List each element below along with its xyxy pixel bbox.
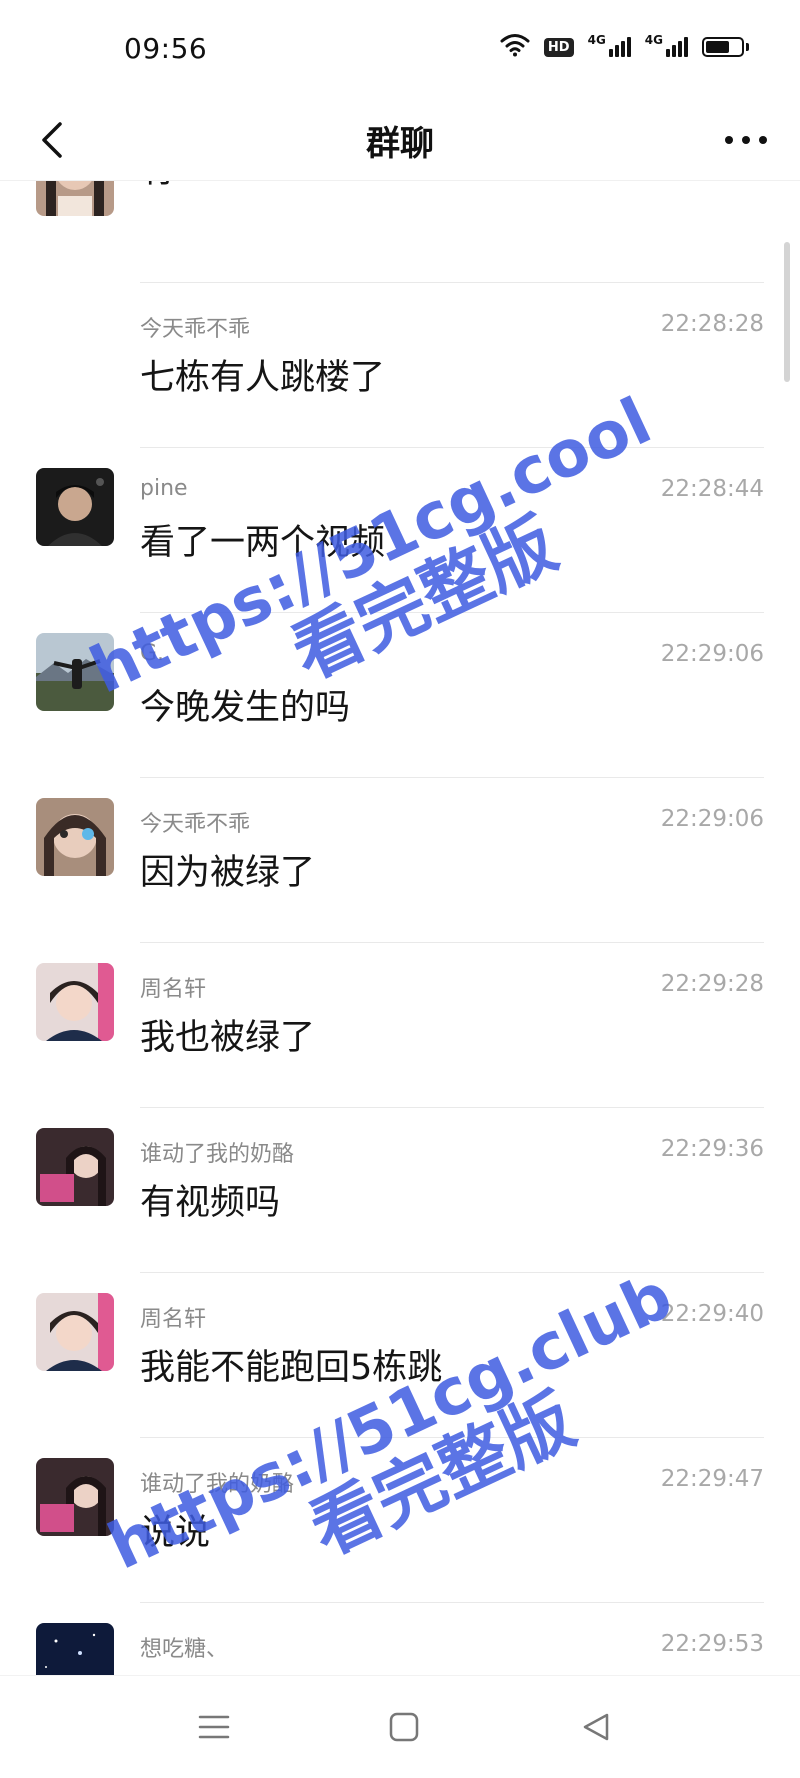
home-square-icon: [389, 1712, 419, 1742]
menu-button[interactable]: [184, 1702, 244, 1752]
message-time: 22:29:40: [660, 1301, 764, 1327]
message-sender: 周名轩: [140, 977, 207, 1002]
battery-level: [706, 41, 729, 53]
wifi-icon: [500, 33, 530, 61]
message-time: 22:29:47: [660, 1466, 764, 1492]
message-sender: 谁动了我的奶酪: [140, 1472, 295, 1497]
message-sender: 周名轩: [140, 1307, 207, 1332]
system-nav-bar: [0, 1675, 800, 1778]
message-time: 22:29:36: [660, 1136, 764, 1162]
message-text: 我能不能跑回5栋跳: [140, 1348, 443, 1388]
more-options-button[interactable]: [710, 112, 782, 168]
message-item[interactable]: 谁动了我的奶酪 22:29:36 有视频吗: [0, 1108, 800, 1273]
message-list[interactable]: 有 今天乖不乖 22:28:28 七栋有人跳楼了 pine 22:28:44 看…: [0, 181, 800, 1676]
status-icons: HD 4G 4G: [500, 33, 749, 61]
message-time: 22:29:06: [660, 641, 764, 667]
status-bar: 09:56 HD 4G 4G: [0, 0, 800, 100]
message-text: 七栋有人跳楼了: [140, 358, 386, 398]
message-item[interactable]: 周名轩 22:29:28 我也被绿了: [0, 943, 800, 1108]
avatar[interactable]: [36, 1128, 114, 1206]
message-text: 有: [140, 181, 175, 193]
avatar[interactable]: [36, 468, 114, 546]
battery-icon: [702, 37, 749, 57]
message-item[interactable]: 今天乖不乖 22:29:06 因为被绿了: [0, 778, 800, 943]
triangle-back-icon: [583, 1713, 609, 1741]
message-time: 22:28:28: [660, 311, 764, 337]
avatar[interactable]: [36, 633, 114, 711]
message-text: 说说: [140, 1513, 211, 1553]
avatar[interactable]: [36, 963, 114, 1041]
message-item[interactable]: 今天乖不乖 22:28:28 七栋有人跳楼了: [0, 283, 800, 448]
title-bar: 群聊: [0, 100, 800, 181]
back-nav-button[interactable]: [566, 1702, 626, 1752]
message-item[interactable]: pine 22:28:44 看了一两个视频: [0, 448, 800, 613]
more-dots-icon: [725, 136, 767, 144]
message-item[interactable]: 周名轩 22:29:40 我能不能跑回5栋跳: [0, 1273, 800, 1438]
message-sender: pine: [140, 476, 188, 501]
avatar[interactable]: [36, 1623, 114, 1676]
message-item[interactable]: 想吃糖、 22:29:53: [0, 1603, 800, 1676]
signal-icon: 4G: [645, 33, 688, 57]
message-text: 我也被绿了: [140, 1018, 316, 1058]
network-type-label: 4G: [587, 33, 606, 47]
page-title: 群聊: [366, 124, 434, 164]
message-item[interactable]: 有: [0, 181, 800, 283]
avatar[interactable]: [36, 1293, 114, 1371]
message-text: 今晚发生的吗: [140, 688, 351, 728]
avatar[interactable]: [36, 181, 114, 216]
avatar[interactable]: [36, 798, 114, 876]
message-sender: 今天乖不乖: [140, 812, 251, 837]
message-text: 因为被绿了: [140, 853, 316, 893]
network-type-label: 4G: [644, 33, 663, 47]
message-text: 看了一两个视频: [140, 523, 386, 563]
scrollbar[interactable]: [784, 242, 790, 382]
message-time: 22:29:53: [660, 1631, 764, 1657]
hd-icon: HD: [543, 37, 574, 57]
status-time: 09:56: [124, 32, 208, 65]
message-sender: 想吃糖、: [140, 1637, 229, 1662]
menu-icon: [198, 1715, 230, 1739]
message-time: 22:29:06: [660, 806, 764, 832]
home-button[interactable]: [374, 1702, 434, 1752]
message-sender: G.: [140, 641, 165, 666]
message-item[interactable]: 谁动了我的奶酪 22:29:47 说说: [0, 1438, 800, 1603]
signal-icon: 4G: [588, 33, 631, 57]
message-time: 22:28:44: [660, 476, 764, 502]
message-sender: 谁动了我的奶酪: [140, 1142, 295, 1167]
message-text: 有视频吗: [140, 1183, 281, 1223]
message-sender: 今天乖不乖: [140, 317, 251, 342]
avatar[interactable]: [36, 1458, 114, 1536]
message-time: 22:29:28: [660, 971, 764, 997]
message-item[interactable]: G. 22:29:06 今晚发生的吗: [0, 613, 800, 778]
